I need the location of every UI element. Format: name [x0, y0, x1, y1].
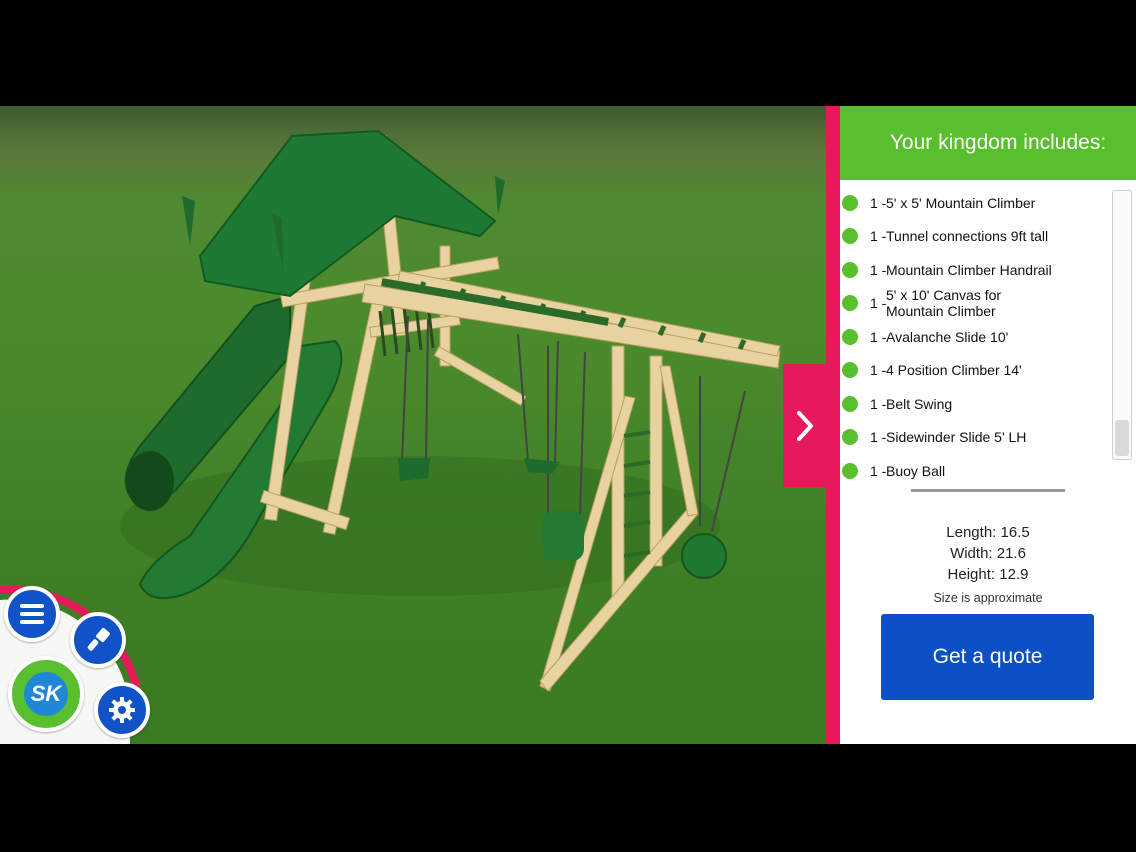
item-quantity: 1 - [870, 362, 887, 379]
get-quote-button[interactable]: Get a quote [881, 614, 1094, 700]
canopy-flag-right [495, 176, 505, 216]
item-name: 5' x 10' Canvas for Mountain Climber [886, 287, 1002, 320]
list-item: 1 - Buoy Ball [840, 454, 1110, 488]
panel-title: Your kingdom includes: [840, 106, 1136, 180]
bullet-icon [842, 295, 858, 312]
list-item: 1 - Tunnel connections 9ft tall [840, 220, 1110, 254]
item-quantity: 1 - [870, 462, 887, 479]
sk-logo-button[interactable]: SK [8, 656, 84, 732]
tube-slide-opening [126, 451, 174, 511]
list-item: 1 - 4 Position Climber 14' [840, 354, 1110, 388]
hamburger-menu-icon [20, 604, 44, 624]
belt-swing-seat [398, 458, 430, 481]
kingdom-panel: Your kingdom includes: 1 - 5' x 5' Mount… [840, 106, 1136, 744]
list-item: 1 - Belt Swing [840, 387, 1110, 421]
item-name: Avalanche Slide 10' [886, 328, 1009, 345]
item-name: 5' x 5' Mountain Climber [886, 194, 1036, 211]
list-item: 1 - 5' x 5' Mountain Climber [840, 186, 1110, 220]
bullet-icon [842, 228, 858, 245]
width-value: Width: 21.6 [950, 545, 1026, 562]
list-scrollbar[interactable] [1112, 190, 1132, 460]
list-item: 1 - Avalanche Slide 10' [840, 320, 1110, 354]
item-quantity: 1 - [870, 328, 887, 345]
length-value: Length: 16.5 [946, 524, 1030, 541]
bullet-icon [842, 194, 858, 211]
bullet-icon [842, 362, 858, 379]
canopy-flag-left [182, 196, 195, 246]
gear-icon [109, 697, 135, 723]
item-name: Belt Swing [886, 395, 953, 412]
item-quantity: 1 - [870, 228, 887, 245]
dimensions: Length: 16.5 Width: 21.6 Height: 12.9 Si… [840, 522, 1136, 609]
list-item: 1 - Mountain Climber Handrail [840, 253, 1110, 287]
buoy-ball [681, 533, 727, 579]
size-note: Size is approximate [933, 591, 1043, 605]
paint-button[interactable] [70, 612, 126, 668]
settings-button[interactable] [94, 682, 150, 738]
component-list[interactable]: 1 - 5' x 5' Mountain Climber 1 - Tunnel … [840, 186, 1110, 488]
bullet-icon [842, 429, 858, 446]
scrollbar-thumb[interactable] [1115, 420, 1129, 456]
item-quantity: 1 - [870, 395, 887, 412]
item-quantity: 1 - [870, 261, 887, 278]
panel-accent-bar [826, 106, 840, 744]
bullet-icon [842, 395, 858, 412]
item-name: Tunnel connections 9ft tall [886, 228, 1049, 245]
bullet-icon [842, 261, 858, 278]
chevron-right-icon [796, 410, 813, 441]
menu-button[interactable] [4, 586, 60, 642]
item-quantity: 1 - [870, 295, 887, 312]
list-item: 1 - 5' x 10' Canvas for Mountain Climber [840, 287, 1110, 321]
floating-controls: SK [0, 560, 160, 744]
divider [911, 489, 1065, 492]
list-item: 1 - Sidewinder Slide 5' LH [840, 421, 1110, 455]
bullet-icon [842, 462, 858, 479]
item-name: 4 Position Climber 14' [886, 362, 1022, 379]
bullet-icon [842, 328, 858, 345]
item-name: Sidewinder Slide 5' LH [886, 429, 1027, 446]
paint-brush-icon [87, 628, 110, 651]
item-name: Buoy Ball [886, 462, 946, 479]
trapeze-ring [542, 511, 584, 561]
item-quantity: 1 - [870, 194, 887, 211]
collapse-panel-button[interactable] [783, 364, 826, 487]
height-value: Height: 12.9 [947, 566, 1029, 583]
item-name: Mountain Climber Handrail [886, 261, 1052, 278]
item-quantity: 1 - [870, 429, 887, 446]
sk-logo-text: SK [24, 672, 68, 716]
